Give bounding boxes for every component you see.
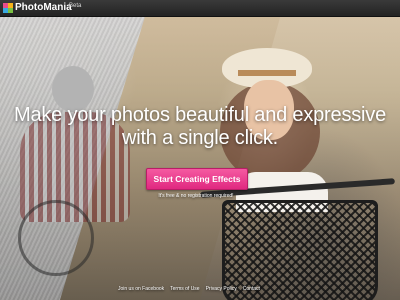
headline-line-1: Make your photos beautiful and expressiv…	[13, 104, 387, 126]
bicycle-wheel-illustration	[18, 200, 94, 276]
footer-link-contact[interactable]: Contact	[243, 286, 260, 292]
footer-link-facebook[interactable]: Join us on Facebook	[118, 286, 164, 292]
landing-page: PhotoMania Beta Make your photos beautif…	[0, 0, 400, 300]
hero-headline: Make your photos beautiful and expressiv…	[0, 104, 400, 150]
photomania-logo-icon[interactable]	[3, 3, 13, 13]
beta-badge: Beta	[69, 3, 82, 9]
cta-subtext: It's free & no registration required!	[158, 193, 234, 199]
start-creating-effects-button[interactable]: Start Creating Effects	[146, 168, 248, 190]
footer-link-privacy[interactable]: Privacy Policy	[206, 286, 237, 292]
hat-band-illustration	[238, 70, 296, 76]
footer-link-terms[interactable]: Terms of Use	[170, 286, 199, 292]
headline-line-2: with a single click.	[121, 127, 279, 149]
footer-links: Join us on Facebook Terms of Use Privacy…	[118, 285, 260, 293]
top-bar: PhotoMania Beta	[0, 0, 400, 17]
brand-name[interactable]: PhotoMania	[15, 2, 72, 14]
